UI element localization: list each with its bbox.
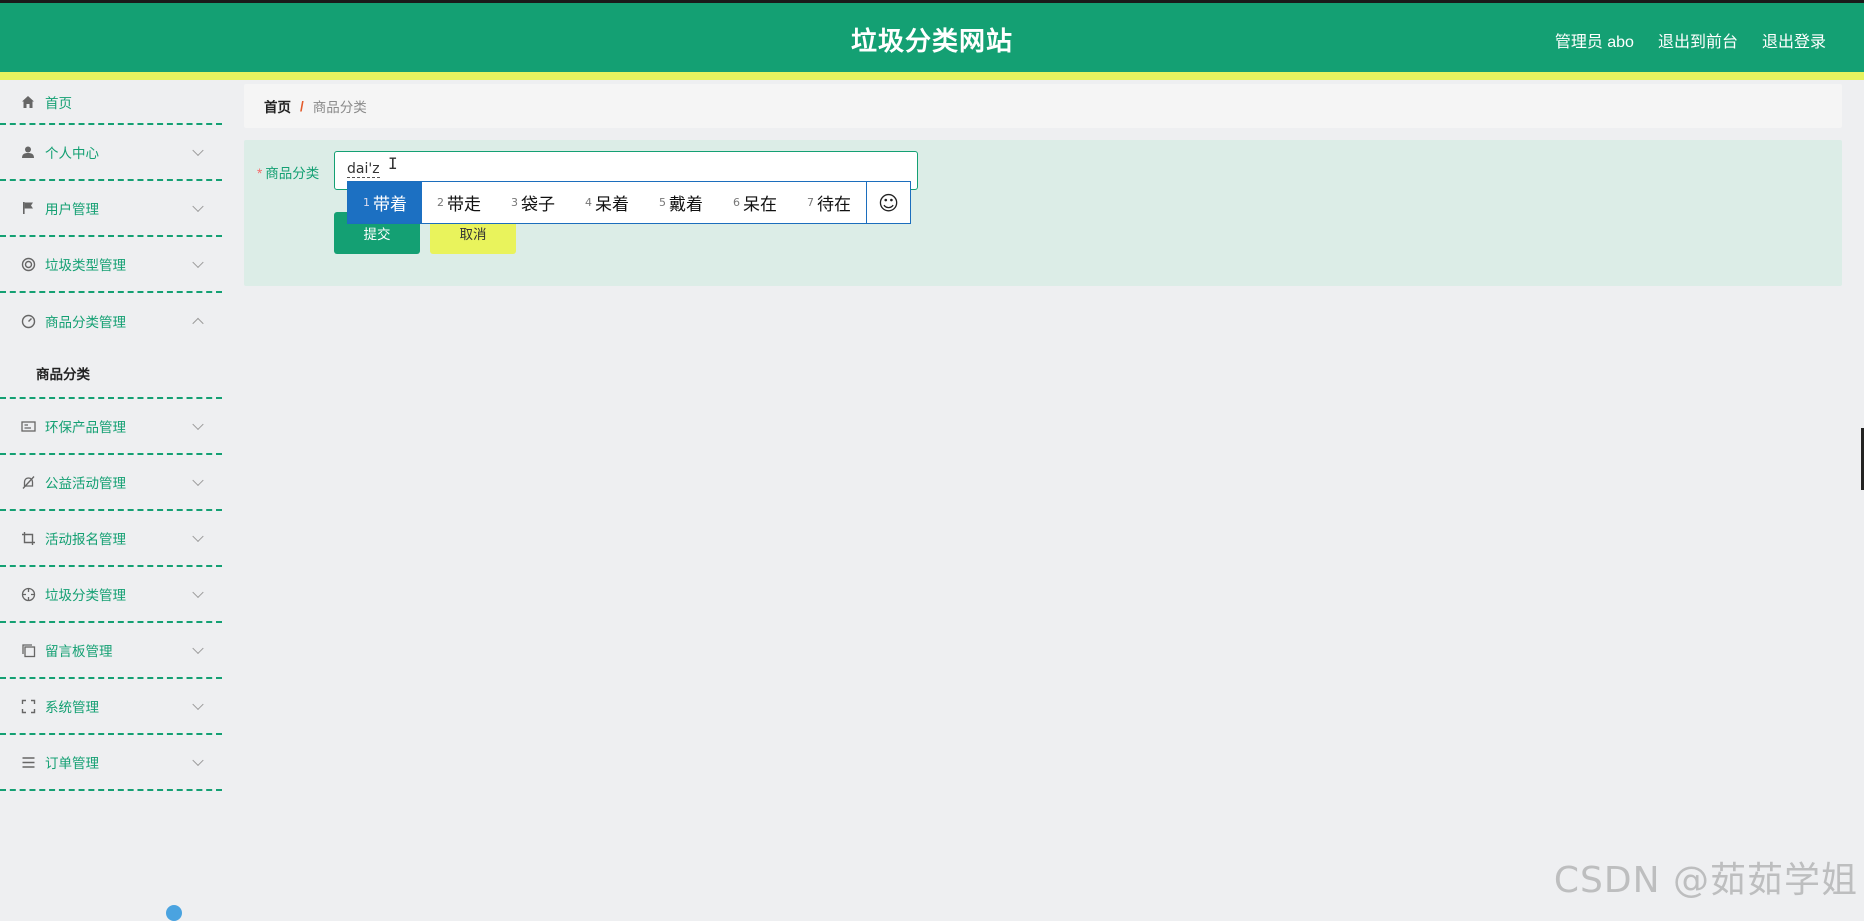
sidebar-subitem-label: 商品分类 <box>36 363 90 383</box>
card-icon <box>20 418 36 434</box>
breadcrumb-separator: / <box>300 99 304 114</box>
chevron-down-icon <box>192 643 203 654</box>
chevron-down-icon <box>192 699 203 710</box>
chevron-down-icon <box>192 257 203 268</box>
sidebar-item-label: 系统管理 <box>45 696 99 716</box>
target-icon <box>20 586 36 602</box>
sidebar-item-garbage-classification[interactable]: 垃圾分类管理 <box>0 567 222 623</box>
header-accent-strip <box>0 72 1864 80</box>
ime-candidate[interactable]: 1带着 <box>348 182 422 223</box>
emoji-icon[interactable]: ☺ <box>866 182 910 223</box>
sidebar-item-message-board[interactable]: 留言板管理 <box>0 623 222 679</box>
ime-candidate[interactable]: 4呆着 <box>570 182 644 223</box>
sidebar-item-label: 公益活动管理 <box>45 472 126 492</box>
floating-dot-icon[interactable] <box>166 905 182 921</box>
header-user-links: 管理员 abo 退出到前台 退出登录 <box>1555 28 1826 52</box>
ime-candidate[interactable]: 7待在 <box>792 182 866 223</box>
sidebar-item-label: 个人中心 <box>45 142 99 162</box>
chevron-down-icon <box>192 475 203 486</box>
sidebar-menu: 首页 个人中心 用户管理 垃圾类型管理 商品分类管理 商品分类 <box>0 80 222 911</box>
sidebar-item-public-activities[interactable]: 公益活动管理 <box>0 455 222 511</box>
sidebar-item-personal-center[interactable]: 个人中心 <box>0 125 222 181</box>
bell-off-icon <box>20 474 36 490</box>
required-mark: * <box>257 166 262 181</box>
breadcrumb-home[interactable]: 首页 <box>264 96 291 116</box>
chevron-down-icon <box>192 419 203 430</box>
sidebar-item-activity-registration[interactable]: 活动报名管理 <box>0 511 222 567</box>
chevron-down-icon <box>192 587 203 598</box>
admin-username[interactable]: 管理员 abo <box>1555 28 1634 52</box>
ime-composition-text: dai'z <box>347 161 380 178</box>
sidebar-item-label: 用户管理 <box>45 198 99 218</box>
flag-icon <box>20 200 36 216</box>
chevron-down-icon <box>192 755 203 766</box>
chevron-down-icon <box>192 201 203 212</box>
ime-candidate[interactable]: 3袋子 <box>496 182 570 223</box>
sidebar-item-label: 垃圾分类管理 <box>45 584 126 604</box>
home-icon <box>20 94 36 110</box>
ime-candidate[interactable]: 2带走 <box>422 182 496 223</box>
ime-candidate[interactable]: 5戴着 <box>644 182 718 223</box>
list-icon <box>20 754 36 770</box>
sidebar-item-label: 留言板管理 <box>45 640 113 660</box>
ime-candidate-window: 1带着 2带走 3袋子 4呆着 5戴着 6呆在 7待在 ☺ <box>347 181 911 224</box>
fullscreen-icon <box>20 698 36 714</box>
goods-category-label: *商品分类 <box>257 162 319 182</box>
sidebar-item-home[interactable]: 首页 <box>0 80 222 125</box>
sidebar-item-label: 订单管理 <box>45 752 99 772</box>
ime-candidate[interactable]: 6呆在 <box>718 182 792 223</box>
breadcrumb-current: 商品分类 <box>313 96 367 116</box>
logout-link[interactable]: 退出登录 <box>1762 28 1826 52</box>
sidebar-item-label: 首页 <box>45 92 72 112</box>
user-icon <box>20 144 36 160</box>
sidebar-item-label: 垃圾类型管理 <box>45 254 126 274</box>
watermark: CSDN @茹茹学姐 <box>1554 851 1858 903</box>
lifebuoy-icon <box>20 256 36 272</box>
copy-icon <box>20 642 36 658</box>
top-header: 垃圾分类网站 管理员 abo 退出到前台 退出登录 <box>0 0 1864 72</box>
sidebar-item-garbage-type[interactable]: 垃圾类型管理 <box>0 237 222 293</box>
sidebar-item-system-management[interactable]: 系统管理 <box>0 679 222 735</box>
chevron-down-icon <box>192 145 203 156</box>
sidebar-item-user-management[interactable]: 用户管理 <box>0 181 222 237</box>
gauge-icon <box>20 313 36 329</box>
exit-to-front-link[interactable]: 退出到前台 <box>1658 28 1738 52</box>
sidebar-item-order-management[interactable]: 订单管理 <box>0 735 222 791</box>
chevron-down-icon <box>192 531 203 542</box>
chevron-up-icon <box>192 318 203 329</box>
text-cursor-icon: I <box>388 154 400 174</box>
crop-icon <box>20 530 36 546</box>
sidebar-item-label: 环保产品管理 <box>45 416 126 436</box>
sidebar-subitem-goods-category[interactable]: 商品分类 <box>0 349 222 399</box>
breadcrumb: 首页 / 商品分类 <box>244 84 1842 128</box>
goods-category-label-text: 商品分类 <box>265 166 319 181</box>
sidebar-item-eco-products[interactable]: 环保产品管理 <box>0 399 222 455</box>
sidebar-item-label: 商品分类管理 <box>45 311 126 331</box>
sidebar-item-goods-category-management[interactable]: 商品分类管理 <box>0 293 222 349</box>
sidebar-item-label: 活动报名管理 <box>45 528 126 548</box>
